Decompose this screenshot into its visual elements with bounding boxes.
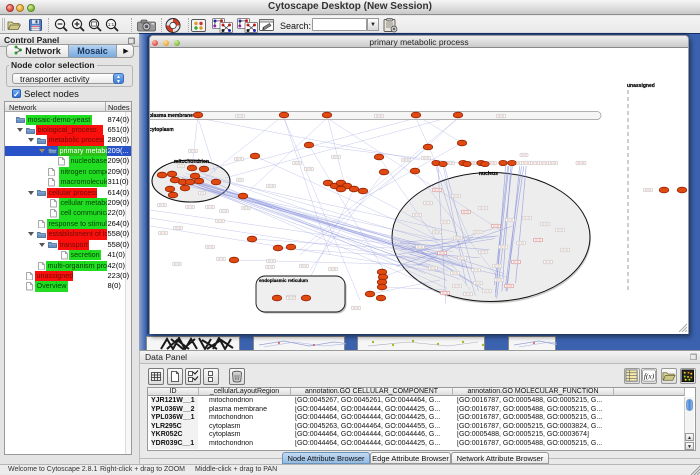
svg-text:1:1: 1:1 — [108, 22, 115, 27]
svg-text:endoplasmic reticulum: endoplasmic reticulum — [259, 278, 308, 283]
svg-text:mitochondrion: mitochondrion — [174, 159, 209, 165]
svg-text:unassigned: unassigned — [627, 83, 655, 89]
svg-text:f(x): f(x) — [644, 371, 655, 380]
svg-text:plasma membrane: plasma membrane — [150, 113, 193, 119]
svg-text:nucleus: nucleus — [479, 171, 498, 177]
svg-text:cytoplasm: cytoplasm — [150, 127, 174, 133]
